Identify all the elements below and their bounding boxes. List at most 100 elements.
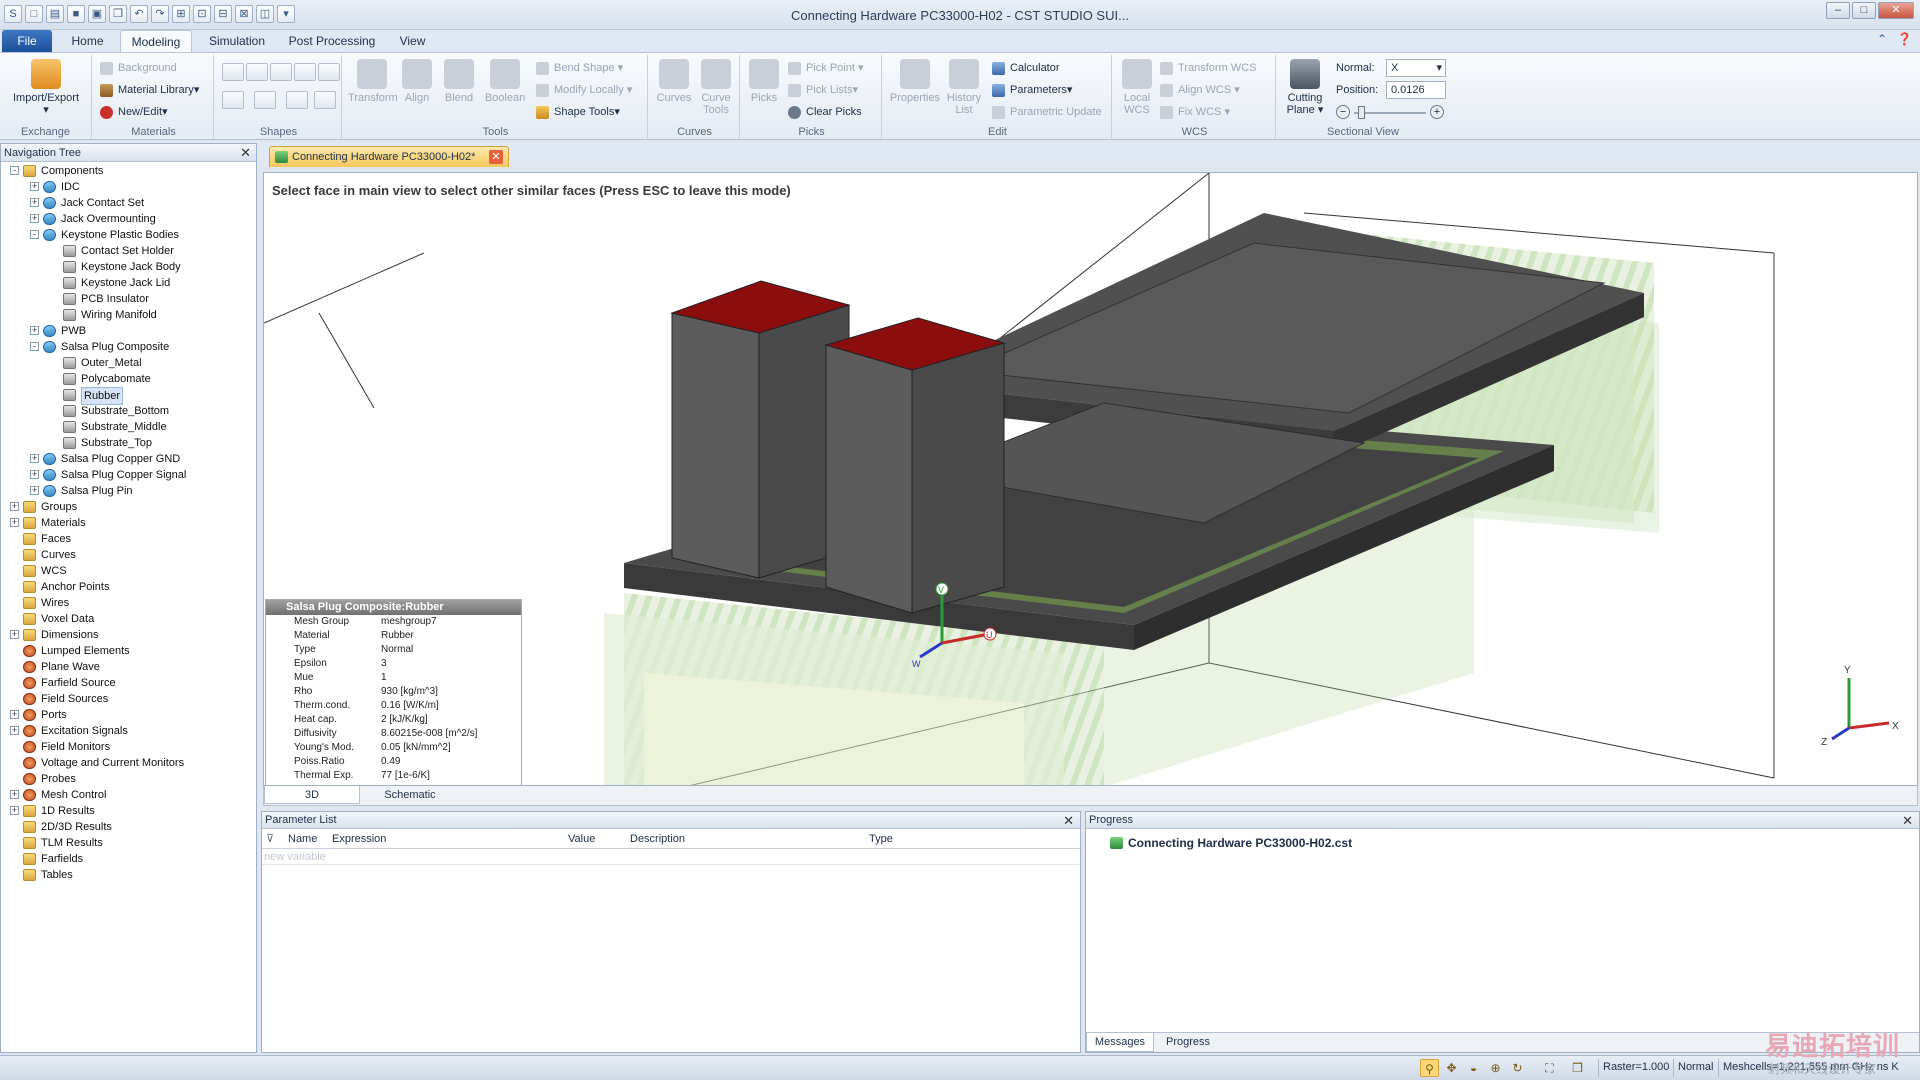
tree-item-pcb-insulator[interactable]: PCB Insulator bbox=[1, 291, 256, 307]
loft-shape-icon[interactable] bbox=[286, 91, 308, 109]
collapse-icon[interactable]: - bbox=[10, 166, 19, 175]
normal-select[interactable]: X ▾ bbox=[1386, 59, 1446, 77]
collapse-icon[interactable]: - bbox=[30, 342, 39, 351]
expand-icon[interactable]: + bbox=[10, 710, 19, 719]
tree-item-wiring-manifold[interactable]: Wiring Manifold bbox=[1, 307, 256, 323]
pick-lists-button[interactable]: Pick Lists▾ bbox=[786, 81, 858, 99]
tree-item-wcs[interactable]: WCS bbox=[1, 563, 256, 579]
collapse-icon[interactable]: - bbox=[30, 230, 39, 239]
minimize-ribbon-icon[interactable]: ⌃ bbox=[1877, 32, 1887, 46]
tab-post-processing[interactable]: Post Processing bbox=[282, 30, 382, 52]
tree-item-wires[interactable]: Wires bbox=[1, 595, 256, 611]
background-button[interactable]: Background bbox=[98, 59, 177, 77]
parameters-button[interactable]: Parameters▾ bbox=[990, 81, 1072, 99]
tree-item-mesh-control[interactable]: + Mesh Control bbox=[1, 787, 256, 803]
pan-icon[interactable]: ✥ bbox=[1442, 1059, 1461, 1077]
column-type[interactable]: Type bbox=[869, 829, 893, 849]
boolean-button[interactable]: Boolean bbox=[480, 59, 530, 104]
clear-picks-button[interactable]: Clear Picks bbox=[786, 103, 862, 121]
zoom-select-icon[interactable]: ⚲ bbox=[1420, 1059, 1439, 1077]
tree-item-keystone-plastic-bodies[interactable]: - Keystone Plastic Bodies bbox=[1, 227, 256, 243]
expand-icon[interactable]: + bbox=[30, 182, 39, 191]
zoom-icon[interactable]: ⊕ bbox=[1486, 1059, 1505, 1077]
torus-shape-icon[interactable] bbox=[318, 63, 340, 81]
tree-item-rubber[interactable]: Rubber bbox=[1, 387, 256, 405]
tree-item-farfields[interactable]: Farfields bbox=[1, 851, 256, 867]
tree-item-ports[interactable]: + Ports bbox=[1, 707, 256, 723]
tree-item-salsa-plug-copper-gnd[interactable]: + Salsa Plug Copper GND bbox=[1, 451, 256, 467]
import-export-button[interactable]: Import/Export ▾ bbox=[4, 59, 88, 116]
tree-item-lumped-elements[interactable]: Lumped Elements bbox=[1, 643, 256, 659]
tab-view[interactable]: View bbox=[390, 30, 435, 52]
transform-wcs-button[interactable]: Transform WCS bbox=[1158, 59, 1256, 77]
tree-item-field-monitors[interactable]: Field Monitors bbox=[1, 739, 256, 755]
tab-progress[interactable]: Progress bbox=[1154, 1033, 1222, 1052]
calculator-button[interactable]: Calculator bbox=[990, 59, 1060, 77]
tab-simulation[interactable]: Simulation bbox=[198, 30, 276, 52]
tree-item-voxel-data[interactable]: Voxel Data bbox=[1, 611, 256, 627]
cone-shape-icon[interactable] bbox=[270, 63, 292, 81]
tab-schematic[interactable]: Schematic bbox=[360, 786, 460, 804]
tree-item-jack-overmounting[interactable]: + Jack Overmounting bbox=[1, 211, 256, 227]
new-variable-row[interactable]: new variable bbox=[262, 849, 1080, 865]
bend-shape-button[interactable]: Bend Shape ▾ bbox=[534, 59, 623, 77]
filter-icon[interactable]: ⊽ bbox=[266, 829, 274, 849]
view-cube-icon[interactable]: ❒ bbox=[1568, 1059, 1587, 1077]
expand-icon[interactable]: + bbox=[30, 198, 39, 207]
tree-item-plane-wave[interactable]: Plane Wave bbox=[1, 659, 256, 675]
tree-item-jack-contact-set[interactable]: + Jack Contact Set bbox=[1, 195, 256, 211]
transform-button[interactable]: Transform bbox=[348, 59, 398, 104]
history-list-button[interactable]: History List bbox=[942, 59, 986, 116]
tree-item-polycabomate[interactable]: Polycabomate bbox=[1, 371, 256, 387]
document-tab[interactable]: Connecting Hardware PC33000-H02* ✕ bbox=[269, 146, 509, 167]
help-icon[interactable]: ❓ bbox=[1897, 32, 1912, 46]
tree-item-keystone-jack-body[interactable]: Keystone Jack Body bbox=[1, 259, 256, 275]
pick-point-button[interactable]: Pick Point ▾ bbox=[786, 59, 864, 77]
cylinder-shape-icon[interactable] bbox=[246, 63, 268, 81]
expand-icon[interactable]: + bbox=[10, 518, 19, 527]
tree-item-farfield-source[interactable]: Farfield Source bbox=[1, 675, 256, 691]
tree-item-contact-set-holder[interactable]: Contact Set Holder bbox=[1, 243, 256, 259]
slider-minus-icon[interactable]: − bbox=[1336, 105, 1350, 119]
expand-icon[interactable]: + bbox=[30, 454, 39, 463]
minimize-button[interactable]: – bbox=[1826, 2, 1850, 19]
slider-plus-icon[interactable]: + bbox=[1430, 105, 1444, 119]
tree-item-voltage-and-current-monitors[interactable]: Voltage and Current Monitors bbox=[1, 755, 256, 771]
spin-icon[interactable]: ↻ bbox=[1508, 1059, 1527, 1077]
tree-item-components[interactable]: - Components bbox=[1, 163, 256, 179]
tree-item-substrate-top[interactable]: Substrate_Top bbox=[1, 435, 256, 451]
parametric-update-button[interactable]: Parametric Update bbox=[990, 103, 1102, 121]
tree-item-tlm-results[interactable]: TLM Results bbox=[1, 835, 256, 851]
expand-icon[interactable]: + bbox=[10, 806, 19, 815]
expand-icon[interactable]: + bbox=[30, 470, 39, 479]
tree-item-idc[interactable]: + IDC bbox=[1, 179, 256, 195]
modify-locally-button[interactable]: Modify Locally ▾ bbox=[534, 81, 632, 99]
tree-item-keystone-jack-lid[interactable]: Keystone Jack Lid bbox=[1, 275, 256, 291]
tree-item-1d-results[interactable]: +1D Results bbox=[1, 803, 256, 819]
slider-thumb[interactable] bbox=[1358, 106, 1365, 119]
tree-item-pwb[interactable]: + PWB bbox=[1, 323, 256, 339]
tab-modeling[interactable]: Modeling bbox=[120, 30, 192, 52]
column-description[interactable]: Description bbox=[630, 829, 685, 849]
close-tab-icon[interactable]: ✕ bbox=[489, 150, 503, 164]
fix-wcs-button[interactable]: Fix WCS ▾ bbox=[1158, 103, 1230, 121]
column-expression[interactable]: Expression bbox=[332, 829, 386, 849]
expand-icon[interactable]: + bbox=[10, 630, 19, 639]
3d-viewport[interactable]: V U W Y X Z Select face in main view to … bbox=[263, 172, 1918, 786]
close-icon[interactable]: ✕ bbox=[240, 144, 251, 162]
cutting-plane-button[interactable]: Cutting Plane ▾ bbox=[1282, 59, 1328, 116]
curve-tools-button[interactable]: Curve Tools bbox=[694, 59, 738, 116]
column-value[interactable]: Value bbox=[568, 829, 595, 849]
close-icon[interactable]: ✕ bbox=[1063, 812, 1074, 829]
sphere-shape-icon[interactable] bbox=[294, 63, 316, 81]
shape-tools-button[interactable]: Shape Tools▾ bbox=[534, 103, 620, 121]
progress-file-entry[interactable]: Connecting Hardware PC33000-H02.cst bbox=[1110, 836, 1352, 850]
local-wcs-button[interactable]: Local WCS bbox=[1118, 59, 1156, 116]
align-wcs-button[interactable]: Align WCS ▾ bbox=[1158, 81, 1240, 99]
expand-icon[interactable]: + bbox=[30, 214, 39, 223]
tree-item-substrate-middle[interactable]: Substrate_Middle bbox=[1, 419, 256, 435]
tree-item-outer-metal[interactable]: Outer_Metal bbox=[1, 355, 256, 371]
brick-shape-icon[interactable] bbox=[222, 63, 244, 81]
fit-view-icon[interactable]: ⛶ bbox=[1540, 1059, 1559, 1077]
picks-button[interactable]: Picks bbox=[746, 59, 782, 104]
